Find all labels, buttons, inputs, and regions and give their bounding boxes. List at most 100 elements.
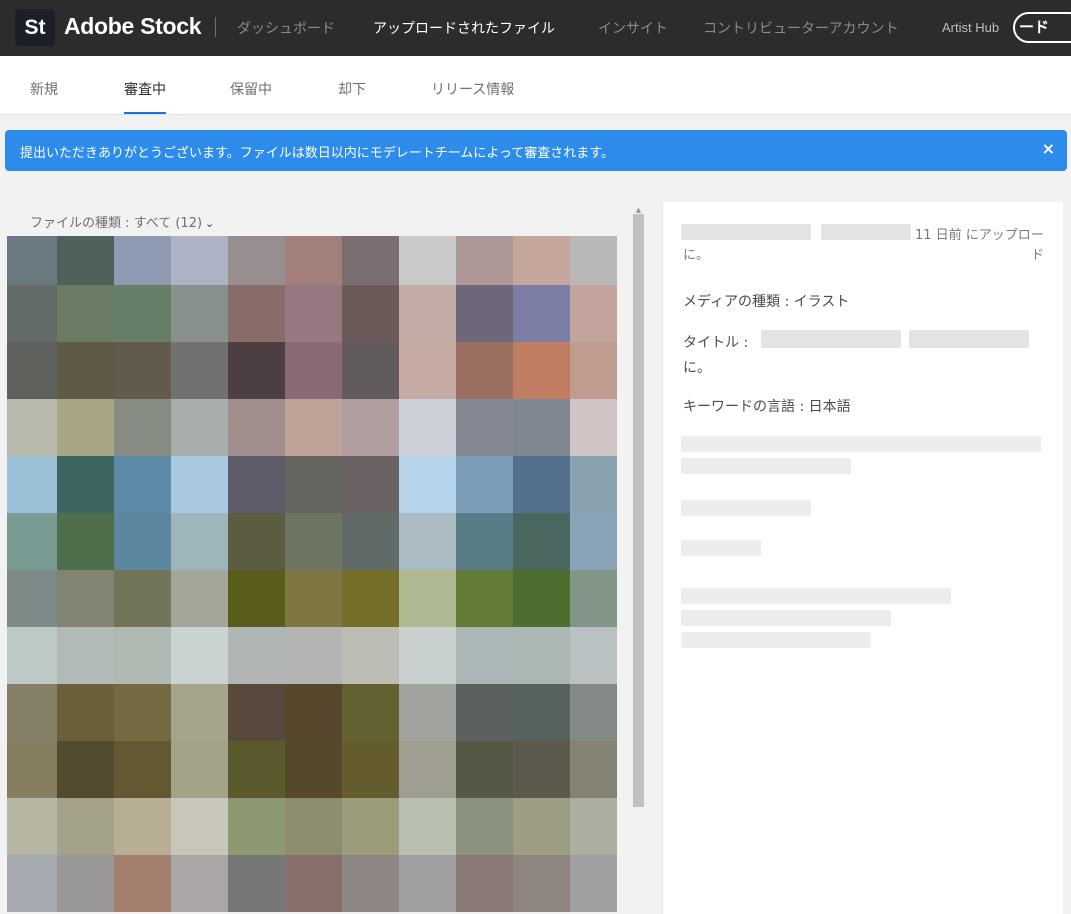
thumbnail-cell[interactable]: [513, 399, 570, 456]
thumbnail-cell[interactable]: [513, 342, 570, 399]
thumbnail-cell[interactable]: [114, 513, 171, 570]
thumbnail-cell[interactable]: [342, 285, 399, 342]
thumbnail-cell[interactable]: [285, 342, 342, 399]
thumbnail-cell[interactable]: [7, 285, 57, 342]
thumbnail-cell[interactable]: [285, 399, 342, 456]
thumbnail-cell[interactable]: [171, 627, 228, 684]
thumbnail-cell[interactable]: [513, 456, 570, 513]
thumbnail-cell[interactable]: [342, 741, 399, 798]
thumbnail-cell[interactable]: [228, 285, 285, 342]
thumbnail-cell[interactable]: [342, 627, 399, 684]
thumbnail-cell[interactable]: [114, 456, 171, 513]
thumbnail-cell[interactable]: [171, 342, 228, 399]
nav-dashboard[interactable]: ダッシュボード: [237, 18, 335, 38]
thumbnail-cell[interactable]: [399, 342, 456, 399]
thumbnail-cell[interactable]: [7, 798, 57, 855]
thumbnail-cell[interactable]: [399, 627, 456, 684]
scroll-up-arrow-icon[interactable]: ▲: [632, 206, 645, 214]
thumbnail-cell[interactable]: [456, 855, 513, 912]
thumbnail-cell[interactable]: [399, 236, 456, 285]
thumbnail-cell[interactable]: [57, 855, 114, 912]
thumbnail-cell[interactable]: [57, 399, 114, 456]
thumbnail-cell[interactable]: [228, 570, 285, 627]
thumbnail-cell[interactable]: [228, 741, 285, 798]
thumbnail-cell[interactable]: [171, 798, 228, 855]
thumbnail-cell[interactable]: [456, 456, 513, 513]
nav-uploaded-files[interactable]: アップロードされたファイル: [373, 18, 555, 38]
thumbnail-cell[interactable]: [456, 236, 513, 285]
thumbnail-cell[interactable]: [513, 513, 570, 570]
thumbnail-cell[interactable]: [513, 236, 570, 285]
thumbnail-cell[interactable]: [570, 741, 617, 798]
upload-button[interactable]: ード: [1013, 12, 1071, 43]
thumbnail-cell[interactable]: [285, 741, 342, 798]
thumbnail-cell[interactable]: [57, 456, 114, 513]
thumbnail-cell[interactable]: [570, 513, 617, 570]
thumbnail-cell[interactable]: [228, 456, 285, 513]
thumbnail-cell[interactable]: [513, 627, 570, 684]
thumbnail-cell[interactable]: [342, 798, 399, 855]
thumbnail-cell[interactable]: [399, 570, 456, 627]
thumbnail-cell[interactable]: [228, 684, 285, 741]
thumbnail-cell[interactable]: [114, 342, 171, 399]
thumbnail-cell[interactable]: [57, 798, 114, 855]
thumbnail-cell[interactable]: [57, 236, 114, 285]
thumbnail-cell[interactable]: [399, 798, 456, 855]
tab-new[interactable]: 新規: [30, 79, 58, 99]
thumbnail-cell[interactable]: [342, 570, 399, 627]
thumbnail-cell[interactable]: [114, 627, 171, 684]
thumbnail-cell[interactable]: [342, 342, 399, 399]
thumbnail-cell[interactable]: [57, 627, 114, 684]
thumbnail-cell[interactable]: [228, 236, 285, 285]
thumbnail-cell[interactable]: [57, 741, 114, 798]
thumbnail-cell[interactable]: [57, 684, 114, 741]
thumbnail-cell[interactable]: [342, 456, 399, 513]
file-type-filter[interactable]: ファイルの種類 : すべて (12) ⌄: [30, 212, 214, 231]
thumbnail-cell[interactable]: [57, 342, 114, 399]
scrollbar-thumb[interactable]: [633, 214, 644, 807]
thumbnail-cell[interactable]: [456, 684, 513, 741]
tab-in-review[interactable]: 審査中: [124, 79, 166, 99]
thumbnail-cell[interactable]: [570, 684, 617, 741]
thumbnail-cell[interactable]: [7, 236, 57, 285]
thumbnail-cell[interactable]: [399, 855, 456, 912]
thumbnail-cell[interactable]: [570, 236, 617, 285]
thumbnail-cell[interactable]: [228, 342, 285, 399]
brand-name[interactable]: Adobe Stock: [64, 13, 202, 40]
thumbnail-cell[interactable]: [399, 741, 456, 798]
thumbnail-cell[interactable]: [399, 285, 456, 342]
thumbnail-cell[interactable]: [285, 456, 342, 513]
thumbnail-cell[interactable]: [114, 236, 171, 285]
thumbnail-cell[interactable]: [7, 570, 57, 627]
thumbnail-cell[interactable]: [7, 456, 57, 513]
nav-artist-hub[interactable]: Artist Hub: [942, 20, 999, 35]
thumbnail-cell[interactable]: [7, 627, 57, 684]
thumbnail-cell[interactable]: [114, 798, 171, 855]
thumbnail-cell[interactable]: [342, 399, 399, 456]
thumbnail-cell[interactable]: [228, 627, 285, 684]
thumbnail-cell[interactable]: [513, 684, 570, 741]
thumbnail-cell[interactable]: [171, 741, 228, 798]
thumbnail-cell[interactable]: [114, 684, 171, 741]
thumbnail-cell[interactable]: [399, 456, 456, 513]
thumbnail-cell[interactable]: [57, 570, 114, 627]
thumbnail-cell[interactable]: [399, 684, 456, 741]
thumbnail-cell[interactable]: [114, 570, 171, 627]
thumbnail-cell[interactable]: [570, 798, 617, 855]
thumbnail-cell[interactable]: [456, 741, 513, 798]
thumbnail-cell[interactable]: [285, 236, 342, 285]
thumbnail-cell[interactable]: [570, 570, 617, 627]
close-icon[interactable]: ×: [1042, 139, 1055, 158]
thumbnail-cell[interactable]: [114, 285, 171, 342]
thumbnail-cell[interactable]: [57, 285, 114, 342]
thumbnail-cell[interactable]: [228, 855, 285, 912]
thumbnail-cell[interactable]: [171, 285, 228, 342]
thumbnail-cell[interactable]: [171, 855, 228, 912]
thumbnail-cell[interactable]: [342, 236, 399, 285]
thumbnail-cell[interactable]: [57, 513, 114, 570]
thumbnail-cell[interactable]: [285, 285, 342, 342]
adobe-stock-logo[interactable]: St: [15, 9, 55, 46]
thumbnail-cell[interactable]: [171, 684, 228, 741]
thumbnail-cell[interactable]: [513, 570, 570, 627]
thumbnail-cell[interactable]: [7, 399, 57, 456]
